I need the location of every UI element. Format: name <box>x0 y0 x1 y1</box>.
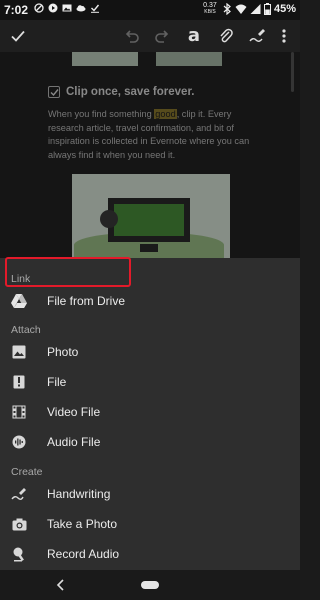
image-monitor-stand <box>140 244 158 252</box>
microphone-icon <box>11 547 27 561</box>
do-not-disturb-icon <box>34 3 44 13</box>
checkbox[interactable] <box>48 86 60 98</box>
redo-icon <box>155 30 169 43</box>
note-body: When you find something good, clip it. E… <box>48 108 258 162</box>
menu-item-record-audio[interactable]: Record Audio <box>0 540 300 568</box>
speed-value: 0.37 <box>203 2 217 9</box>
attachment-sheet: Link File from Drive Attach Photo File V… <box>0 258 300 570</box>
image-monitor-screen <box>114 204 184 236</box>
handwriting-icon <box>249 29 265 42</box>
speed-unit: KB/S <box>204 9 216 15</box>
photo-icon <box>11 345 27 359</box>
signal-icon <box>250 4 261 14</box>
menu-item-video-file[interactable]: Video File <box>0 398 300 426</box>
section-label-link: Link <box>11 273 31 285</box>
highlighted-word: good <box>154 109 177 119</box>
scrollbar[interactable] <box>291 52 294 92</box>
done-button[interactable] <box>8 26 28 46</box>
check-icon <box>11 30 25 42</box>
handwriting-button[interactable] <box>247 26 267 46</box>
menu-item-label: Record Audio <box>47 547 120 561</box>
menu-item-label: Photo <box>47 345 79 359</box>
wifi-icon <box>235 4 247 14</box>
back-icon[interactable] <box>56 579 66 591</box>
section-label-attach: Attach <box>11 324 41 336</box>
handwriting-icon <box>11 487 27 501</box>
section-label-create: Create <box>11 466 43 478</box>
download-check-icon <box>91 4 100 13</box>
menu-item-label: Video File <box>47 405 101 419</box>
battery-percent: 45% <box>273 3 296 15</box>
note-content: Clip once, save forever. When you find s… <box>0 52 300 258</box>
evernote-elephant-icon <box>100 210 118 228</box>
note-heading: Clip once, save forever. <box>48 86 194 98</box>
note-body-start: When you find something <box>48 109 155 119</box>
menu-item-take-a-photo[interactable]: Take a Photo <box>0 510 300 538</box>
note-heading-text: Clip once, save forever. <box>66 86 195 98</box>
navigation-bar <box>0 570 300 600</box>
image-icon <box>62 4 72 12</box>
undo-button[interactable] <box>122 26 142 46</box>
attachment-icon <box>220 28 233 43</box>
note-thumbnail <box>72 52 138 66</box>
status-time: 7:02 <box>4 3 29 17</box>
text-format-icon: a <box>187 25 201 46</box>
bluetooth-icon <box>223 3 231 15</box>
drive-icon <box>11 294 27 308</box>
text-format-button[interactable]: a <box>184 26 204 46</box>
battery-icon <box>263 3 271 15</box>
status-right: 0.37 KB/S 45% <box>201 2 296 16</box>
status-bar: 7:02 0.37 KB/S 45% <box>0 0 300 20</box>
menu-item-label: File from Drive <box>47 294 126 308</box>
attachment-button[interactable] <box>216 26 236 46</box>
menu-item-label: Take a Photo <box>47 517 118 531</box>
menu-item-audio-file[interactable]: Audio File <box>0 428 300 456</box>
audio-file-icon <box>11 435 27 449</box>
play-icon <box>48 3 58 13</box>
camera-icon <box>11 517 27 531</box>
more-icon <box>282 29 286 43</box>
menu-item-file[interactable]: File <box>0 368 300 396</box>
check-icon <box>50 88 59 96</box>
editor-toolbar: a <box>0 20 300 52</box>
network-speed: 0.37 KB/S <box>201 2 219 16</box>
more-options-button[interactable] <box>274 26 294 46</box>
menu-item-photo[interactable]: Photo <box>0 338 300 366</box>
menu-item-file-from-drive[interactable]: File from Drive <box>0 287 300 315</box>
note-image <box>72 174 230 258</box>
menu-item-label: Audio File <box>47 435 101 449</box>
notification-icons <box>34 3 100 13</box>
image-monitor <box>108 198 190 242</box>
menu-item-label: File <box>47 375 67 389</box>
home-button[interactable] <box>141 581 159 589</box>
menu-item-label: Handwriting <box>47 487 111 501</box>
menu-item-handwriting[interactable]: Handwriting <box>0 480 300 508</box>
cloud-icon <box>76 5 86 12</box>
video-file-icon <box>11 405 27 419</box>
undo-icon <box>125 30 139 43</box>
file-icon <box>11 375 27 389</box>
redo-button[interactable] <box>152 26 172 46</box>
note-thumbnail <box>156 52 222 66</box>
